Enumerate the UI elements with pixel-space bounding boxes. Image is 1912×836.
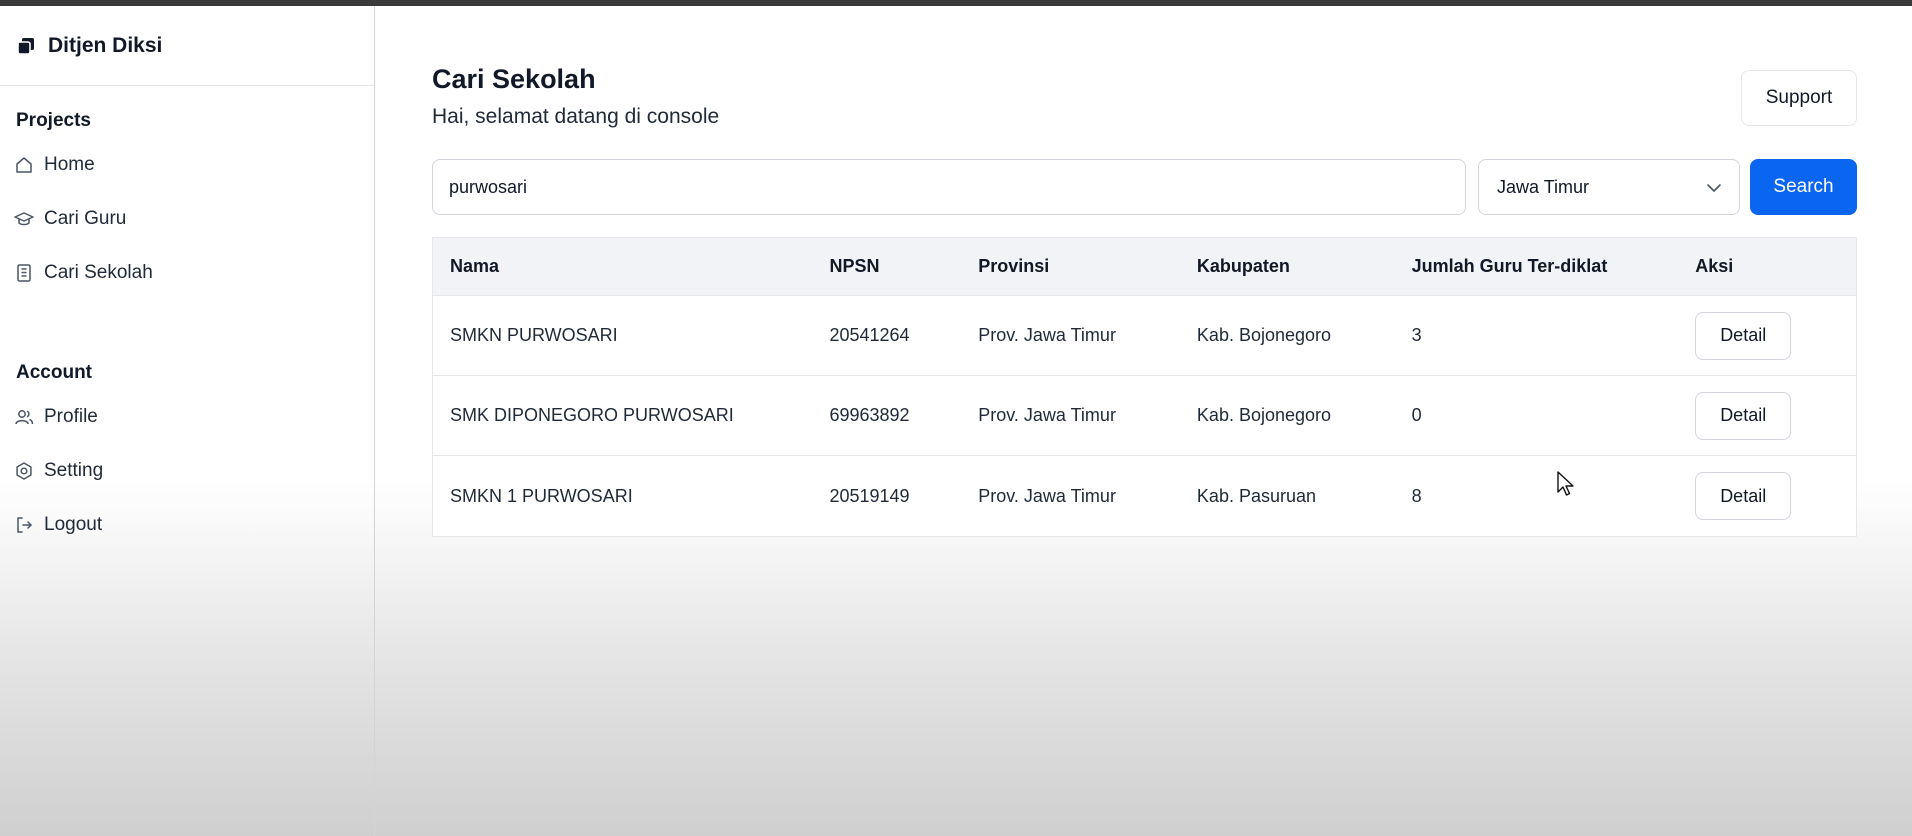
table-row: SMKN PURWOSARI 20541264 Prov. Jawa Timur…	[433, 296, 1856, 376]
column-header-aksi: Aksi	[1695, 256, 1734, 276]
gear-icon	[14, 461, 34, 481]
cell-kabupaten: Kab. Bojonegoro	[1196, 325, 1332, 345]
logout-icon	[14, 515, 34, 535]
cell-aksi: Detail	[1695, 472, 1856, 520]
building-icon	[14, 263, 34, 283]
cell-nama: SMKN PURWOSARI	[450, 325, 618, 345]
column-header-provinsi: Provinsi	[978, 256, 1050, 276]
chevron-down-icon	[1705, 179, 1723, 197]
cell-provinsi: Prov. Jawa Timur	[978, 405, 1116, 425]
column-header-npsn: NPSN	[829, 256, 880, 276]
sidebar-item-label: Logout	[44, 514, 103, 535]
sidebar-item-setting[interactable]: Setting	[0, 444, 374, 498]
sidebar-item-profile[interactable]: Profile	[0, 390, 374, 444]
sidebar-item-label: Cari Sekolah	[44, 262, 153, 283]
page-subtitle: Hai, selamat datang di console	[432, 105, 720, 128]
sidebar-item-cari-guru[interactable]: Cari Guru	[0, 192, 374, 246]
cell-aksi: Detail	[1695, 311, 1856, 360]
users-icon	[14, 407, 34, 427]
table-row: SMK DIPONEGORO PURWOSARI 69963892 Prov. …	[433, 376, 1856, 456]
cell-npsn: 20519149	[829, 485, 910, 506]
cell-nama: SMK DIPONEGORO PURWOSARI	[450, 405, 734, 425]
sidebar-item-label: Profile	[44, 406, 98, 427]
cell-npsn: 20541264	[829, 325, 910, 345]
cell-nama: SMKN 1 PURWOSARI	[450, 485, 633, 506]
brand-name: Ditjen Diksi	[48, 33, 163, 57]
cell-jumlah-guru: 0	[1411, 405, 1422, 425]
home-icon	[14, 155, 34, 175]
cell-provinsi: Prov. Jawa Timur	[978, 325, 1116, 345]
sidebar: Ditjen Diksi Projects Home Cari Guru Car…	[0, 6, 375, 836]
brand[interactable]: Ditjen Diksi	[0, 6, 374, 86]
page-title: Cari Sekolah	[432, 64, 596, 94]
search-button[interactable]: Search	[1750, 159, 1857, 215]
detail-button[interactable]: Detail	[1695, 391, 1792, 440]
sidebar-item-home[interactable]: Home	[0, 138, 374, 192]
cell-kabupaten: Kab. Bojonegoro	[1196, 405, 1332, 425]
table-header: Nama NPSN Provinsi Kabupaten Jumlah Guru…	[433, 238, 1856, 296]
sidebar-item-label: Cari Guru	[44, 208, 127, 229]
sidebar-item-label: Setting	[44, 460, 104, 481]
column-header-jumlah-guru: Jumlah Guru Ter-diklat	[1411, 256, 1608, 276]
sidebar-item-cari-sekolah[interactable]: Cari Sekolah	[0, 246, 374, 300]
cell-provinsi: Prov. Jawa Timur	[978, 485, 1116, 506]
cell-aksi: Detail	[1695, 391, 1856, 440]
stack-icon	[16, 36, 36, 56]
table-row: SMKN 1 PURWOSARI 20519149 Prov. Jawa Tim…	[433, 456, 1856, 536]
detail-button[interactable]: Detail	[1695, 311, 1792, 360]
support-button[interactable]: Support	[1741, 70, 1857, 126]
graduation-cap-icon	[14, 209, 34, 229]
province-select-value: Jawa Timur	[1497, 176, 1590, 197]
sidebar-item-label: Home	[44, 154, 95, 175]
column-header-kabupaten: Kabupaten	[1196, 256, 1290, 276]
cell-npsn: 69963892	[829, 405, 910, 425]
province-select[interactable]: Jawa Timur	[1478, 159, 1740, 215]
cell-jumlah-guru: 3	[1411, 325, 1422, 345]
search-input[interactable]	[432, 159, 1466, 215]
cell-jumlah-guru: 8	[1411, 485, 1422, 506]
column-header-nama: Nama	[450, 256, 500, 276]
cell-kabupaten: Kab. Pasuruan	[1196, 485, 1317, 506]
schools-table: Nama NPSN Provinsi Kabupaten Jumlah Guru…	[432, 237, 1857, 537]
sidebar-section-projects: Projects	[16, 110, 91, 131]
sidebar-section-account: Account	[16, 362, 92, 383]
detail-button[interactable]: Detail	[1695, 472, 1792, 520]
sidebar-item-logout[interactable]: Logout	[0, 498, 374, 552]
mouse-cursor-icon	[1557, 471, 1574, 496]
